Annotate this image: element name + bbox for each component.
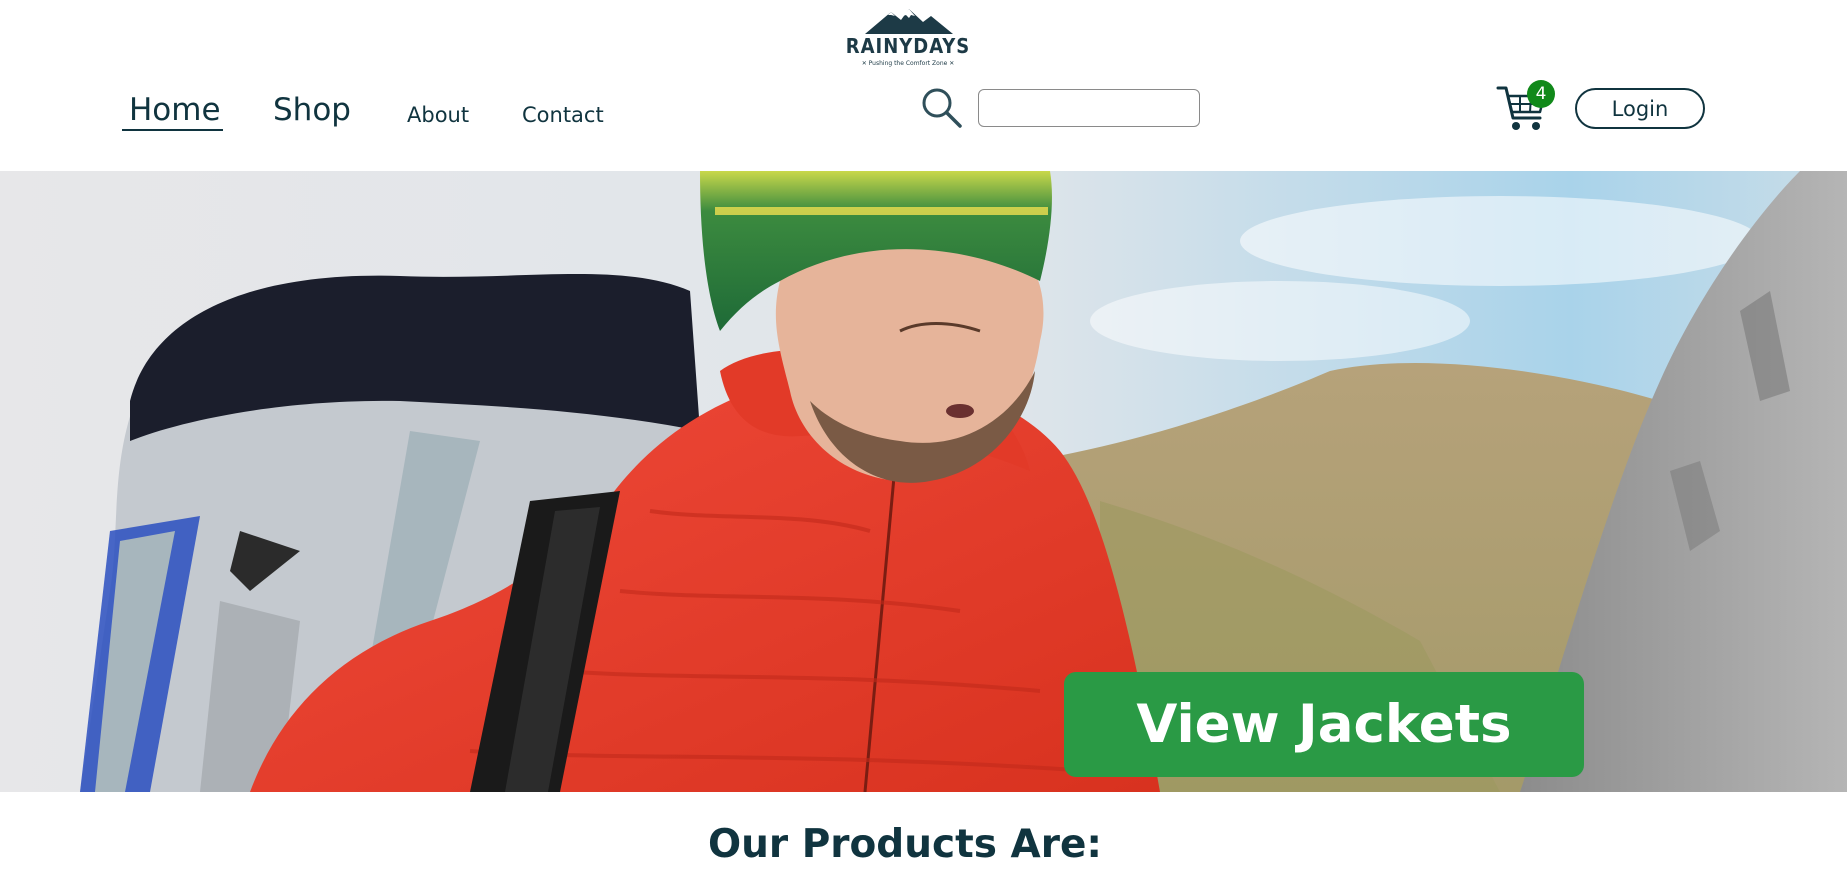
hero-banner: View Jackets <box>0 171 1847 792</box>
login-button[interactable]: Login <box>1575 88 1705 129</box>
cart-button[interactable]: 4 <box>1496 80 1562 136</box>
brand-name: RAINYDAYS <box>845 34 971 58</box>
search-icon[interactable] <box>920 86 964 130</box>
nav-home[interactable]: Home <box>129 92 221 128</box>
cart-count-badge: 4 <box>1527 80 1555 108</box>
active-nav-underline <box>122 129 223 131</box>
brand-logo[interactable]: RAINYDAYS ✕ Pushing the Comfort Zone ✕ <box>843 6 973 72</box>
nav-about[interactable]: About <box>407 103 469 127</box>
site-header: RAINYDAYS ✕ Pushing the Comfort Zone ✕ H… <box>0 0 1847 171</box>
view-jackets-button[interactable]: View Jackets <box>1064 672 1584 777</box>
search-input[interactable] <box>978 89 1200 127</box>
brand-tagline: ✕ Pushing the Comfort Zone ✕ <box>861 60 955 67</box>
nav-shop[interactable]: Shop <box>273 92 351 128</box>
nav-contact[interactable]: Contact <box>522 103 604 127</box>
products-heading: Our Products Are: <box>707 822 1103 867</box>
mountain-icon <box>865 9 953 34</box>
